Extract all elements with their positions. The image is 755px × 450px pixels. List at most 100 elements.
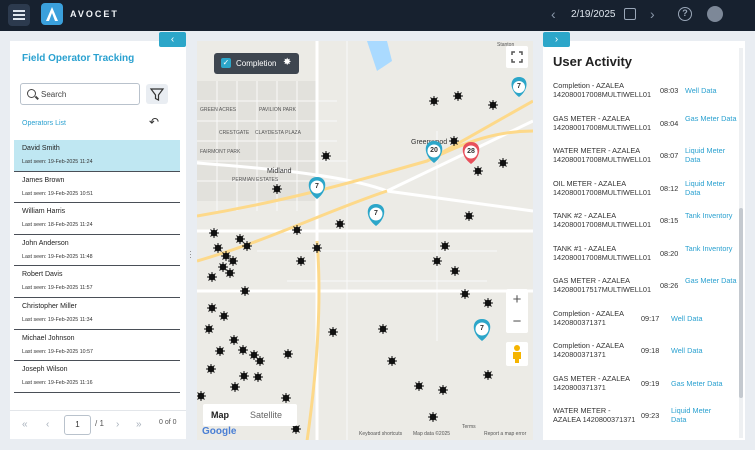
next-page-icon[interactable]: › — [116, 419, 119, 430]
well-marker-icon[interactable] — [497, 157, 509, 169]
calendar-icon[interactable] — [624, 8, 636, 20]
well-marker-icon[interactable] — [241, 240, 253, 252]
activity-type-link[interactable]: Liquid Meter Data — [671, 406, 726, 424]
well-marker-icon[interactable] — [205, 363, 217, 375]
activity-scrollbar-thumb[interactable] — [739, 208, 743, 398]
well-marker-icon[interactable] — [203, 323, 215, 335]
well-marker-icon[interactable] — [282, 348, 294, 360]
activity-row[interactable]: GAS METER - AZALEA 142080017008MULTIWELL… — [553, 114, 741, 147]
well-marker-icon[interactable] — [229, 381, 241, 393]
well-marker-icon[interactable] — [427, 411, 439, 423]
map-type-map-button[interactable]: Map — [211, 410, 229, 420]
well-marker-icon[interactable] — [320, 150, 332, 162]
search-input[interactable] — [41, 87, 136, 101]
well-marker-icon[interactable] — [252, 371, 264, 383]
well-marker-icon[interactable] — [448, 135, 460, 147]
well-marker-icon[interactable] — [237, 344, 249, 356]
date-display[interactable]: 2/19/2025 — [571, 9, 616, 20]
operator-row[interactable]: Robert Davis Last seen: 19-Feb-2025 11:5… — [14, 266, 180, 298]
operator-row[interactable]: Michael Johnson Last seen: 19-Feb-2025 1… — [14, 330, 180, 362]
street-view-pegman-button[interactable] — [506, 342, 528, 366]
well-marker-icon[interactable] — [220, 250, 232, 262]
map-type-satellite-button[interactable]: Satellite — [250, 410, 282, 420]
map-view[interactable]: GREEN ACRES PAVILION PARK CRESTGATE CLAY… — [197, 41, 533, 440]
search-box[interactable] — [20, 83, 140, 105]
activity-row[interactable]: GAS METER - AZALEA 142080017517MULTIWELL… — [553, 276, 741, 309]
well-marker-icon[interactable] — [386, 355, 398, 367]
well-marker-icon[interactable] — [280, 392, 292, 404]
help-icon[interactable]: ? — [678, 7, 692, 21]
activity-type-link[interactable]: Liquid Meter Data — [685, 146, 740, 164]
filter-button[interactable] — [146, 84, 168, 104]
activity-row[interactable]: Completion - AZALEA 1420800371371 09:18 … — [553, 341, 741, 374]
well-marker-icon[interactable] — [463, 210, 475, 222]
well-marker-icon[interactable] — [431, 255, 443, 267]
well-marker-icon[interactable] — [449, 265, 461, 277]
well-marker-icon[interactable] — [482, 297, 494, 309]
zoom-out-button[interactable]: − — [506, 311, 528, 333]
well-marker-icon[interactable] — [472, 165, 484, 177]
well-marker-icon[interactable] — [224, 267, 236, 279]
well-marker-icon[interactable] — [208, 227, 220, 239]
activity-row[interactable]: WATER METER - AZALEA 1420800371371 09:23… — [553, 406, 741, 439]
well-marker-icon[interactable] — [228, 334, 240, 346]
activity-type-link[interactable]: Gas Meter Data — [671, 379, 741, 388]
activity-row[interactable]: TANK #2 - AZALEA 142080017008MULTIWELL01… — [553, 211, 741, 244]
activity-type-link[interactable]: Tank Inventory — [685, 244, 740, 253]
activity-type-link[interactable]: Tank Inventory — [685, 211, 740, 220]
well-marker-icon[interactable] — [217, 261, 229, 273]
well-marker-icon[interactable] — [238, 370, 250, 382]
well-marker-icon[interactable] — [254, 355, 266, 367]
activity-row[interactable]: Completion - AZALEA 142080017008MULTIWEL… — [553, 81, 741, 114]
map-terms-link[interactable]: Terms — [462, 424, 476, 430]
activity-type-link[interactable]: Well Data — [671, 314, 726, 323]
activity-row[interactable]: WATER METER - AZALEA 142080017008MULTIWE… — [553, 146, 741, 179]
fullscreen-button[interactable] — [506, 46, 528, 68]
well-marker-icon[interactable] — [428, 95, 440, 107]
page-input[interactable]: 1 — [64, 415, 91, 435]
activity-type-link[interactable]: Liquid Meter Data — [685, 179, 740, 197]
well-marker-icon[interactable] — [439, 240, 451, 252]
next-date-chevron-icon[interactable]: › — [650, 6, 655, 22]
last-page-icon[interactable]: » — [136, 419, 142, 430]
operator-row[interactable]: John Anderson Last seen: 19-Feb-2025 11:… — [14, 235, 180, 267]
well-marker-icon[interactable] — [271, 183, 283, 195]
well-marker-icon[interactable] — [437, 384, 449, 396]
checkbox-checked-icon[interactable]: ✓ — [221, 58, 231, 68]
activity-type-link[interactable]: Well Data — [671, 346, 726, 355]
well-marker-icon[interactable] — [413, 380, 425, 392]
activity-type-link[interactable]: Well Data — [685, 86, 740, 95]
first-page-icon[interactable]: « — [22, 419, 28, 430]
collapse-right-panel-button[interactable]: › — [543, 32, 570, 47]
operator-row[interactable]: Joseph Wilson Last seen: 19-Feb-2025 11:… — [14, 361, 180, 393]
operator-row[interactable]: James Brown Last seen: 19-Feb-2025 10:51 — [14, 172, 180, 204]
prev-date-chevron-icon[interactable]: ‹ — [551, 6, 556, 22]
reset-icon[interactable]: ↶ — [149, 115, 159, 129]
activity-row[interactable]: Completion - AZALEA 1420800371371 09:17 … — [553, 309, 741, 342]
well-marker-icon[interactable] — [459, 288, 471, 300]
well-marker-icon[interactable] — [214, 345, 226, 357]
well-marker-icon[interactable] — [482, 369, 494, 381]
well-marker-icon[interactable] — [295, 255, 307, 267]
zoom-in-button[interactable]: + — [506, 289, 528, 311]
well-marker-icon[interactable] — [206, 302, 218, 314]
activity-type-link[interactable]: Gas Meter Data — [685, 114, 740, 123]
well-marker-icon[interactable] — [452, 90, 464, 102]
activity-row[interactable]: TANK #1 - AZALEA 142080017008MULTIWELL01… — [553, 244, 741, 277]
well-marker-icon[interactable] — [327, 326, 339, 338]
well-marker-icon[interactable] — [334, 218, 346, 230]
well-marker-icon[interactable] — [197, 390, 207, 402]
well-marker-icon[interactable] — [377, 323, 389, 335]
well-marker-icon[interactable] — [291, 224, 303, 236]
operator-row[interactable]: Christopher Miller Last seen: 19-Feb-202… — [14, 298, 180, 330]
well-marker-icon[interactable] — [206, 271, 218, 283]
activity-row[interactable]: OIL METER - AZALEA 142080017008MULTIWELL… — [553, 179, 741, 212]
activity-row[interactable]: GAS METER - AZALEA 1420800371371 09:19 G… — [553, 374, 741, 407]
completion-filter[interactable]: ✓ Completion ✸ — [214, 53, 299, 74]
prev-page-icon[interactable]: ‹ — [46, 419, 49, 430]
well-marker-icon[interactable] — [487, 99, 499, 111]
operator-row[interactable]: David Smith Last seen: 19-Feb-2025 11:24 — [14, 140, 180, 172]
well-marker-icon[interactable] — [218, 310, 230, 322]
keyboard-shortcuts-link[interactable]: Keyboard shortcuts — [359, 431, 402, 437]
resize-handle-icon[interactable]: · · · — [189, 247, 192, 262]
